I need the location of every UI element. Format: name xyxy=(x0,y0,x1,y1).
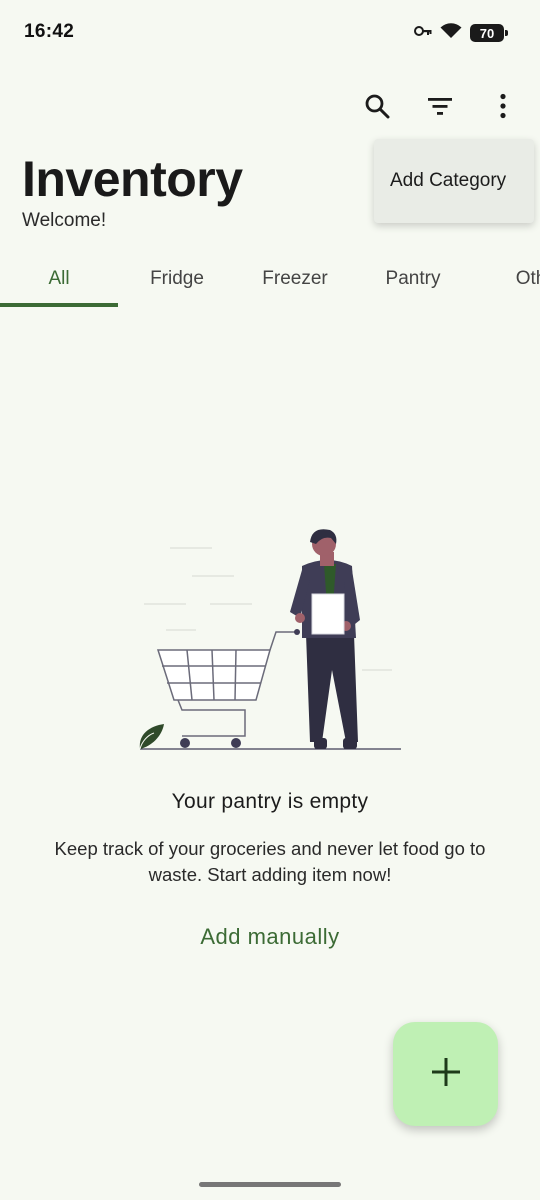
battery-level: 70 xyxy=(479,25,495,41)
empty-state-description: Keep track of your groceries and never l… xyxy=(54,838,486,885)
tab-indicator xyxy=(0,303,118,307)
page-subtitle: Welcome! xyxy=(22,210,107,231)
battery-icon: 70 xyxy=(470,24,508,42)
status-bar: 16:42 70 xyxy=(0,0,540,64)
plus-icon xyxy=(431,1057,461,1092)
menu-item-add-category[interactable]: Add Category xyxy=(374,139,534,223)
tab-fridge[interactable]: Fridge xyxy=(118,250,236,308)
tab-other[interactable]: Oth xyxy=(472,250,540,308)
more-options-button[interactable] xyxy=(483,88,523,128)
category-tabs: All Fridge Freezer Pantry Oth xyxy=(0,250,540,308)
add-manually-button[interactable]: Add manually xyxy=(170,918,370,956)
more-vert-icon xyxy=(499,93,507,124)
wifi-icon xyxy=(440,22,462,44)
status-time: 16:42 xyxy=(24,21,75,42)
tab-freezer[interactable]: Freezer xyxy=(236,250,354,308)
empty-state-title: Your pantry is empty xyxy=(171,790,369,813)
key-icon xyxy=(414,24,432,42)
overflow-menu: Add Category xyxy=(374,139,534,223)
tab-all[interactable]: All xyxy=(0,250,118,308)
search-button[interactable] xyxy=(357,88,397,128)
page-title: Inventory xyxy=(22,151,243,207)
filter-icon xyxy=(427,95,453,122)
status-icons: 70 xyxy=(414,22,508,44)
gesture-nav-handle[interactable] xyxy=(199,1182,341,1187)
app-screen: 16:42 70 Inventory Welcome! Add Category… xyxy=(0,0,540,1200)
search-icon xyxy=(364,93,390,124)
add-item-fab[interactable] xyxy=(393,1022,498,1126)
tab-pantry[interactable]: Pantry xyxy=(354,250,472,308)
filter-button[interactable] xyxy=(420,88,460,128)
empty-pantry-illustration xyxy=(130,520,410,760)
